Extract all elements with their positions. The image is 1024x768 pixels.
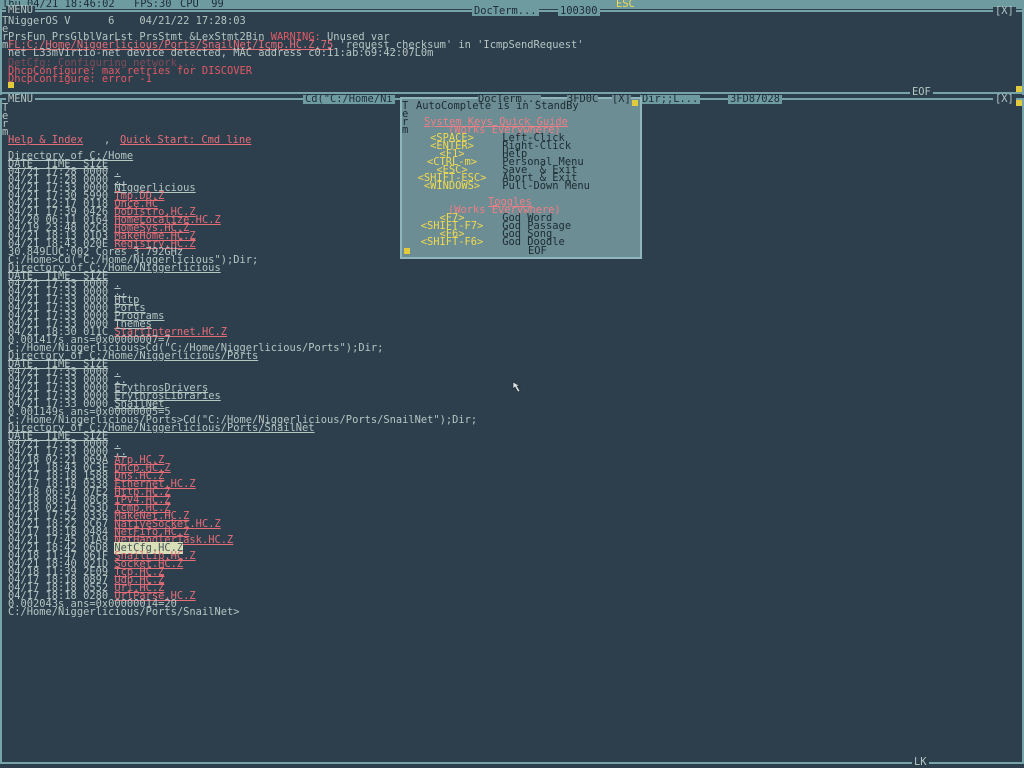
popup-eof: EOF: [528, 245, 547, 257]
cpu-usage: CPU 99: [180, 0, 224, 10]
terminal-resize-handle[interactable]: [1016, 100, 1022, 106]
help-index-link[interactable]: Help & Index: [8, 135, 83, 145]
mouse-cursor-icon: [512, 381, 522, 393]
fps-counter: FPS:30: [134, 0, 172, 10]
quick-start-link[interactable]: Quick Start: Cmd line: [120, 135, 251, 145]
log-line: NiggerOS V 6 04/21/22 17:28:03: [8, 15, 246, 27]
command-prompt[interactable]: C:/Home/Niggerlicious/Ports/SnailNet>: [8, 607, 239, 617]
terminal-bottom-border: [0, 762, 1024, 764]
popup-corner: [404, 248, 410, 254]
log-line: net L33mVirtio-net device detected, MAC …: [8, 47, 434, 59]
log-line: DhcpConfigure: error -1: [8, 73, 152, 85]
log-window-code: 100300: [558, 5, 600, 17]
side-letter: m: [402, 124, 409, 136]
log-window-title[interactable]: DocTerm...: [472, 6, 539, 16]
log-window-resize-handle[interactable]: [1016, 86, 1022, 92]
popup-resize-handle[interactable]: [632, 100, 638, 106]
log-window-close-button[interactable]: [X]: [993, 6, 1016, 16]
terminal-address: 3FD87028: [728, 93, 783, 105]
key-action: God Doodle: [496, 236, 565, 248]
terminal-close-button[interactable]: [X]: [993, 94, 1016, 104]
key-name[interactable]: <WINDOWS>: [408, 181, 496, 191]
key-row: <ENTER> Right-Click: [408, 141, 571, 151]
key-name[interactable]: <SHIFT-F6>: [408, 237, 496, 247]
key-row: <SHIFT-F6> God Doodle: [408, 236, 565, 248]
autocomplete-status: AutoComplete is in StandBy: [416, 100, 579, 112]
esc-indicator[interactable]: ESC: [616, 0, 635, 9]
log-window-eof: EOF: [910, 86, 933, 98]
terminal-dir-title[interactable]: Dir;;L...: [640, 94, 701, 104]
key-row: <WINDOWS> Pull-Down Menu: [408, 180, 590, 192]
log-window-menu[interactable]: MENU: [6, 5, 36, 15]
lock-indicator: LK: [912, 756, 929, 768]
terminal-title[interactable]: Cd("C:/Home/Ni: [303, 94, 395, 104]
terminal-menu[interactable]: MENU: [6, 94, 36, 104]
popup-close-button[interactable]: [X]: [612, 94, 631, 104]
key-action: Pull-Down Menu: [496, 180, 590, 192]
